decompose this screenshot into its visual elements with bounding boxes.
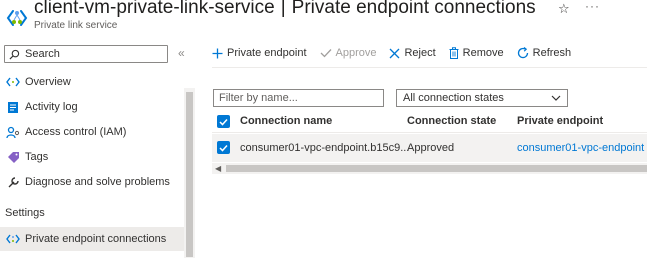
approve-button[interactable]: Approve: [320, 47, 377, 59]
sidebar-item-overview[interactable]: Overview: [0, 70, 184, 94]
approve-label: Approve: [335, 47, 377, 59]
private-link-icon: [6, 232, 20, 246]
section-settings-heading: Settings: [5, 207, 45, 219]
private-endpoint-link[interactable]: consumer01-vpc-endpoint: [517, 142, 644, 154]
tag-icon: [6, 150, 20, 164]
add-private-endpoint-label: Private endpoint: [227, 47, 307, 59]
table-scrollbar-thumb[interactable]: [226, 165, 647, 172]
page-title: Private endpoint connections: [291, 0, 536, 18]
checkmark-icon: [219, 144, 228, 152]
search-placeholder: Search: [25, 48, 60, 60]
checkmark-icon: [320, 48, 332, 58]
toolbar-divider: [212, 67, 647, 68]
collapse-menu-button[interactable]: «: [178, 46, 185, 60]
refresh-button[interactable]: Refresh: [517, 47, 572, 59]
overview-icon: [6, 75, 20, 89]
page-header: client-vm-private-link-service | Private…: [0, 0, 647, 38]
refresh-icon: [517, 47, 529, 59]
more-options-button[interactable]: ···: [585, 0, 600, 13]
table-horizontal-scrollbar[interactable]: ◀: [212, 163, 647, 174]
private-link-service-icon: [6, 10, 28, 26]
row-checkbox[interactable]: [217, 141, 230, 154]
connection-state-value: All connection states: [403, 92, 504, 104]
chevron-down-icon: [551, 95, 561, 101]
menu-search-input[interactable]: Search: [4, 45, 168, 63]
title-separator: |: [280, 0, 286, 18]
star-outline-icon[interactable]: ☆: [558, 1, 570, 17]
scroll-left-arrow-icon[interactable]: ◀: [215, 164, 221, 173]
resource-name: client-vm-private-link-service: [34, 0, 275, 18]
search-icon: [9, 49, 20, 60]
resource-type-label: Private link service: [34, 20, 118, 31]
resource-menu: Search « Overview Activity log Access co…: [0, 38, 196, 258]
column-header-connection-name[interactable]: Connection name: [240, 115, 332, 127]
activity-log-icon: [6, 100, 20, 114]
sidebar-item-tags[interactable]: Tags: [0, 145, 184, 169]
refresh-label: Refresh: [532, 47, 572, 59]
sidebar-item-label: Access control (IAM): [25, 126, 127, 138]
table-header: Connection name Connection state Private…: [212, 111, 647, 133]
sidebar-scrollbar-thumb[interactable]: [186, 92, 193, 257]
sidebar-item-label: Diagnose and solve problems: [25, 176, 170, 188]
sidebar-item-diagnose[interactable]: Diagnose and solve problems: [0, 170, 184, 194]
sidebar-item-label: Overview: [25, 76, 71, 88]
reject-button[interactable]: Reject: [389, 47, 436, 59]
select-all-checkbox[interactable]: [217, 115, 230, 128]
sidebar-item-private-endpoint-connections[interactable]: Private endpoint connections: [0, 227, 184, 251]
sidebar-scrollbar[interactable]: [184, 88, 195, 258]
close-icon: [389, 48, 400, 59]
remove-button[interactable]: Remove: [449, 47, 504, 59]
sidebar-item-label: Tags: [25, 151, 49, 163]
filter-by-name-input[interactable]: Filter by name...: [213, 89, 384, 107]
iam-icon: [6, 125, 20, 139]
connection-state-dropdown[interactable]: All connection states: [396, 89, 568, 107]
checkmark-icon: [219, 118, 228, 126]
trash-icon: [449, 47, 459, 59]
command-bar: Private endpoint Approve Reject Remove R…: [212, 43, 584, 63]
connection-name-cell: consumer01-vpc-endpoint.b15c9...: [240, 142, 410, 154]
sidebar-item-label: Private endpoint connections: [25, 233, 167, 245]
add-private-endpoint-button[interactable]: Private endpoint: [212, 47, 307, 59]
column-header-connection-state[interactable]: Connection state: [407, 115, 496, 127]
sidebar-item-activity-log[interactable]: Activity log: [0, 95, 184, 119]
reject-label: Reject: [404, 47, 436, 59]
connection-state-cell: Approved: [407, 142, 455, 154]
sidebar-item-iam[interactable]: Access control (IAM): [0, 120, 184, 144]
wrench-icon: [6, 175, 20, 189]
plus-icon: [212, 48, 223, 59]
column-header-private-endpoint[interactable]: Private endpoint: [517, 115, 603, 127]
remove-label: Remove: [462, 47, 504, 59]
table-row[interactable]: consumer01-vpc-endpoint.b15c9... Approve…: [212, 134, 647, 162]
sidebar-item-label: Activity log: [25, 101, 78, 113]
